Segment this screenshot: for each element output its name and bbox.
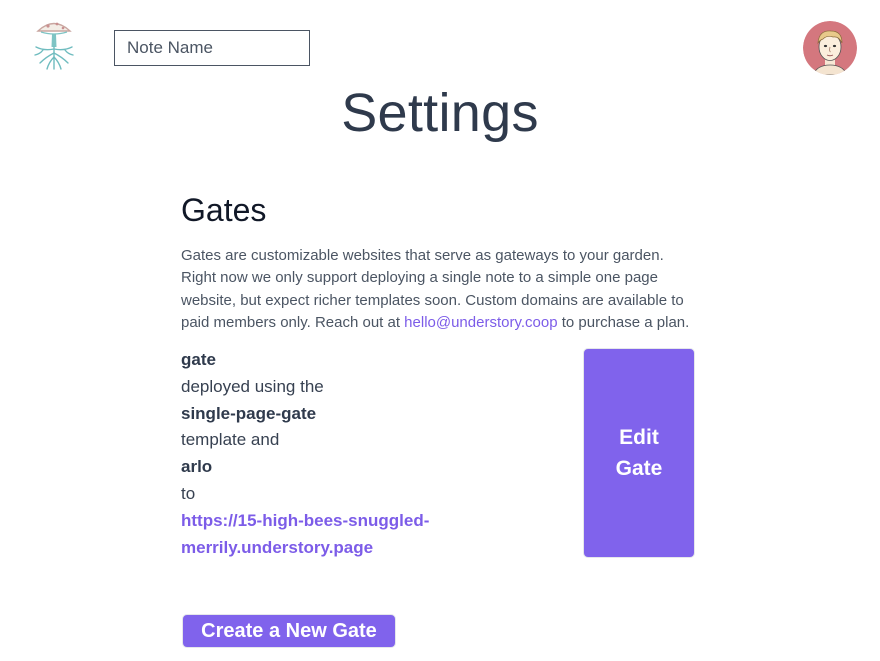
gates-description-text-end: to purchase a plan.: [557, 313, 690, 331]
gate-template-and-text: template and: [181, 430, 280, 450]
user-avatar-button[interactable]: [803, 21, 857, 75]
page-title: Settings: [341, 83, 539, 143]
gate-user: arlo: [181, 457, 213, 477]
create-new-gate-button[interactable]: Create a New Gate: [182, 614, 396, 648]
note-name-input[interactable]: [114, 30, 310, 66]
gates-description: Gates are customizable websites that ser…: [181, 245, 701, 334]
edit-gate-button[interactable]: Edit Gate: [583, 348, 695, 558]
gate-deployed-text: deployed using the: [181, 376, 324, 396]
user-avatar: [803, 21, 857, 75]
mushroom-roots-logo-icon: [34, 22, 74, 70]
app-logo[interactable]: [30, 17, 78, 71]
gate-details: gate deployed using the single-page-gate…: [181, 347, 481, 561]
gate-template-name: single-page-gate: [181, 403, 317, 423]
gate-name: gate: [181, 350, 216, 369]
gate-to-text: to: [181, 483, 196, 503]
gate-url-link[interactable]: https://15-high-bees-snuggled-merrily.un…: [181, 508, 481, 562]
gates-heading: Gates: [181, 192, 267, 228]
contact-email-link[interactable]: hello@understory.coop: [404, 314, 557, 331]
